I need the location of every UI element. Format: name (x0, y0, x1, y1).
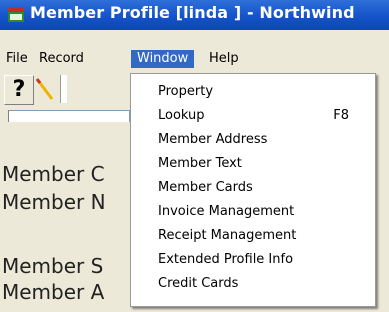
help-button[interactable]: ? (4, 75, 34, 105)
menu-item-credit-cards[interactable]: Credit Cards (131, 272, 375, 296)
window-menu-dropdown: Property Lookup F8 Member Address Member… (130, 73, 376, 307)
menu-window[interactable]: Window (131, 50, 195, 68)
menu-item-label: Credit Cards (158, 276, 239, 291)
pencil-icon[interactable] (34, 75, 58, 103)
menu-bar: File Record Window Help (0, 30, 389, 70)
menu-item-extended-profile-info[interactable]: Extended Profile Info (131, 248, 375, 272)
member-c-label: Member C (2, 162, 105, 186)
menu-item-label: Invoice Management (158, 204, 295, 219)
menu-item-member-cards[interactable]: Member Cards (131, 176, 375, 200)
menu-item-shortcut: F8 (333, 108, 349, 123)
member-s-label: Member S (2, 254, 104, 278)
menu-item-property[interactable]: Property (131, 80, 375, 104)
menu-item-label: Member Cards (158, 180, 253, 195)
toolbar-button-edge[interactable] (60, 75, 67, 103)
app-icon (8, 8, 24, 22)
menu-item-label: Receipt Management (158, 228, 297, 243)
menu-item-invoice-management[interactable]: Invoice Management (131, 200, 375, 224)
menu-item-member-text[interactable]: Member Text (131, 152, 375, 176)
menu-item-label: Lookup (158, 108, 205, 123)
menu-item-receipt-management[interactable]: Receipt Management (131, 224, 375, 248)
title-bar: Member Profile [linda ] - Northwind (0, 0, 389, 30)
menu-help[interactable]: Help (203, 50, 245, 68)
menu-record[interactable]: Record (33, 50, 90, 68)
menu-item-member-address[interactable]: Member Address (131, 128, 375, 152)
window-title: Member Profile [linda ] - Northwind (30, 3, 355, 22)
menu-item-label: Extended Profile Info (158, 252, 294, 267)
menu-file[interactable]: File (0, 50, 34, 68)
member-n-label: Member N (2, 190, 106, 214)
menu-item-label: Member Address (158, 132, 268, 147)
menu-item-lookup[interactable]: Lookup F8 (131, 104, 375, 128)
member-a-label: Member A (2, 280, 105, 304)
menu-item-label: Property (158, 84, 214, 99)
menu-item-label: Member Text (158, 156, 242, 171)
